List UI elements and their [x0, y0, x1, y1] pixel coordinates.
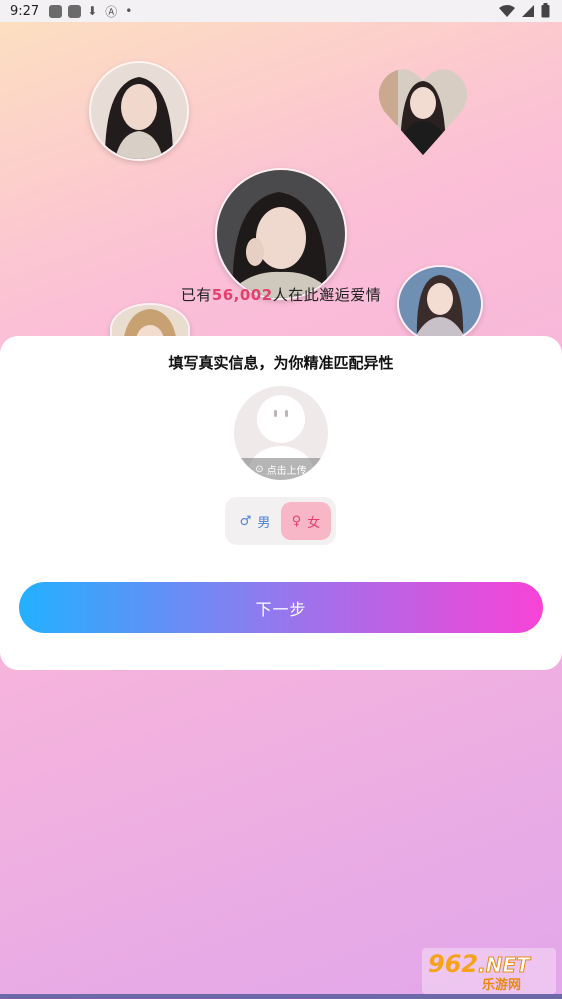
upload-caption: ⊙ 点击上传	[234, 458, 328, 480]
a-icon: Ⓐ	[105, 4, 118, 19]
upload-label: 点击上传	[266, 465, 307, 477]
download-icon: ⬇	[87, 4, 98, 18]
app-icon	[68, 4, 82, 18]
watermark-name: 乐游网	[482, 978, 522, 993]
navigation-bar	[0, 994, 562, 999]
signal-icon	[522, 4, 534, 17]
card-title: 填写真实信息，为你精准匹配异性	[168, 354, 394, 372]
profile-photo	[215, 168, 347, 300]
male-icon: ♂	[239, 513, 252, 529]
male-label: 男	[257, 515, 271, 531]
profile-photo	[89, 61, 189, 161]
status-time: 9:27	[10, 3, 40, 19]
gender-female-option[interactable]: ♀ 女	[281, 502, 331, 540]
member-count: 56,002	[211, 286, 273, 304]
gender-male-option[interactable]: ♂ 男	[231, 502, 279, 540]
wifi-icon	[499, 4, 515, 17]
stat-prefix: 已有	[180, 286, 212, 304]
status-bar: 9:27 ⬇ Ⓐ •	[0, 0, 562, 22]
next-step-button[interactable]: 下一步	[19, 582, 543, 633]
avatar-upload[interactable]: ⊙ 点击上传	[234, 386, 328, 480]
camera-icon: ⊙	[255, 463, 264, 475]
watermark-logo: 962.NET 乐游网	[422, 948, 556, 994]
gender-selector: ♂ 男 ♀ 女	[225, 497, 336, 545]
profile-setup-card: 填写真实信息，为你精准匹配异性 ⊙ 点击上传 ♂ 男 ♀ 女 下一步	[0, 336, 562, 670]
battery-icon	[541, 3, 550, 18]
female-icon: ♀	[291, 513, 302, 529]
stat-suffix: 人在此邂逅爱情	[272, 286, 382, 304]
female-label: 女	[307, 515, 321, 531]
profile-photo	[378, 65, 468, 157]
member-count-text: 已有56,002人在此邂逅爱情	[0, 284, 562, 305]
app-icon	[49, 4, 63, 18]
dot-icon: •	[125, 4, 133, 18]
